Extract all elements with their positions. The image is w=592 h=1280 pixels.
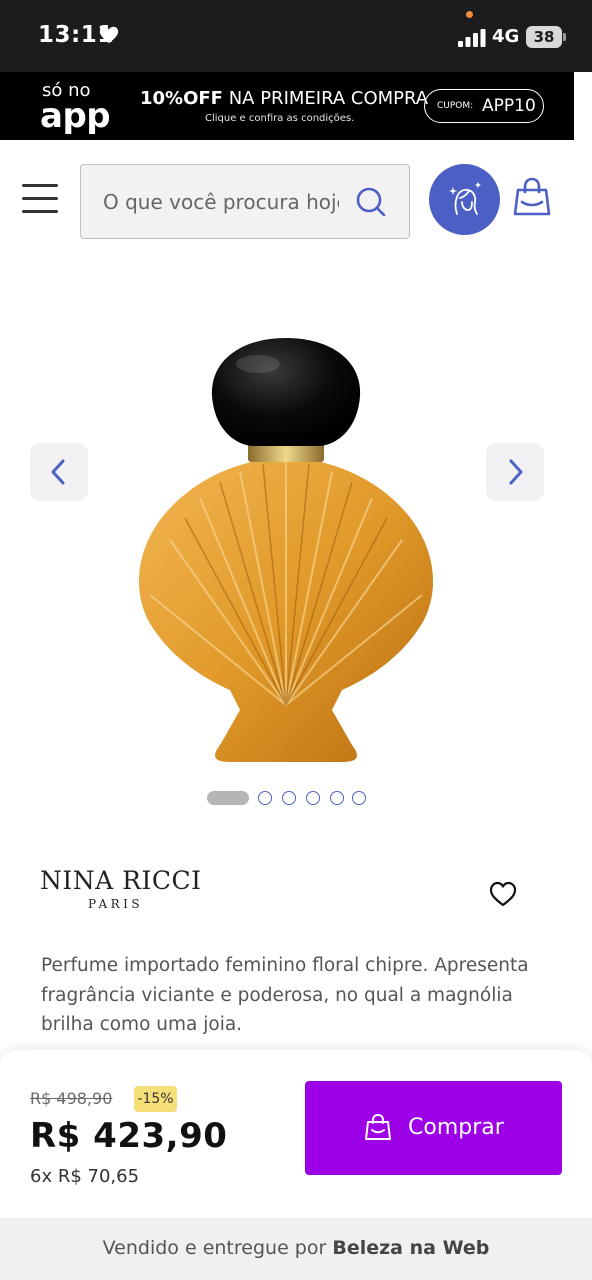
battery-icon: 38 [526,26,562,48]
search-placeholder: O que você procura hoje? [103,190,339,214]
promo-headline-bold: 10%OFF [140,88,223,109]
promo-subtext: Clique e confira as condições. [205,113,355,124]
old-price: R$ 498,90 [30,1089,113,1108]
menu-icon[interactable] [22,184,58,214]
woman-sparkle-icon [449,182,481,215]
gallery-dot[interactable] [306,791,320,805]
privacy-indicator-icon [466,11,473,18]
promo-app: app [40,96,111,136]
promo-banner[interactable]: só no app 10%OFF NA PRIMEIRA COMPRA Cliq… [0,72,574,140]
favorite-heart-icon[interactable] [488,880,518,908]
beauty-profile-button[interactable] [429,164,500,235]
signal-icon [458,29,486,47]
coupon-label: CUPOM: [437,101,474,111]
coupon-code: APP10 [482,96,536,116]
brand-subtitle: PARIS [88,897,144,911]
discount-badge: -15% [134,1086,177,1112]
chevron-right-icon [509,459,523,485]
gallery-next-button[interactable] [486,443,544,501]
purchase-panel: R$ 498,90 -15% R$ 423,90 6x R$ 70,65 Com… [0,1050,592,1218]
status-bar: 13:11 4G 38 [0,0,592,72]
product-description: Perfume importado feminino floral chipre… [41,955,529,1035]
network-type: 4G [492,26,520,47]
product-image [138,338,434,762]
gallery-dot[interactable] [352,791,366,805]
gallery-dot[interactable] [282,791,296,805]
shopping-bag-icon [365,1113,391,1140]
battery-tip [563,33,566,41]
promo-headline-rest: NA PRIMEIRA COMPRA [222,88,429,109]
chevron-left-icon [51,459,65,485]
buy-button[interactable]: Comprar [305,1081,562,1175]
brand-name: NINA RICCI [40,866,202,895]
installments: 6x R$ 70,65 [30,1166,140,1187]
search-icon[interactable] [355,186,387,218]
gallery-dot[interactable] [258,791,272,805]
buy-button-label: Comprar [408,1115,504,1140]
gallery-prev-button[interactable] [30,443,88,501]
shopping-bag-icon[interactable] [512,176,552,218]
promo-headline: 10%OFF NA PRIMEIRA COMPRA [140,88,428,109]
heart-icon [99,26,119,44]
seller-name: Beleza na Web [332,1237,490,1259]
seller-info: Vendido e entregue por Beleza na Web [0,1218,592,1280]
gallery-dot-active[interactable] [207,791,249,805]
coupon-badge[interactable]: CUPOM: APP10 [424,89,544,123]
current-price: R$ 423,90 [30,1116,228,1156]
seller-prefix: Vendido e entregue por [102,1237,333,1259]
gallery-dot[interactable] [330,791,344,805]
search-input[interactable]: O que você procura hoje? [80,164,410,239]
